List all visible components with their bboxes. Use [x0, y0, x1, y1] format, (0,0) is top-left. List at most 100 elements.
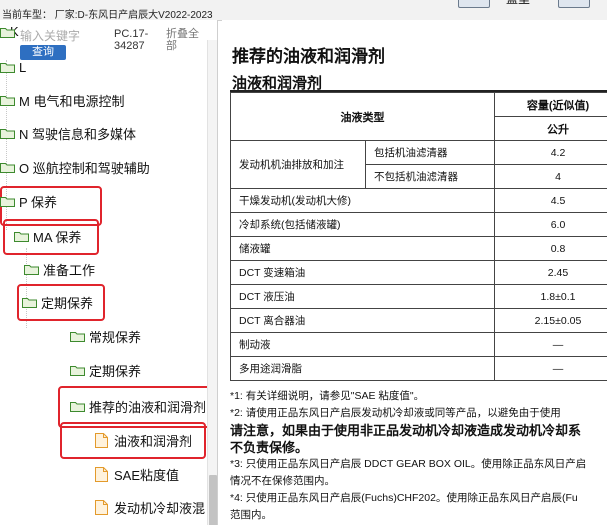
table-row: DCT 离合器油 2.15±0.05	[230, 308, 607, 333]
collapse-all-button[interactable]: 折叠全部	[166, 28, 206, 52]
navigation-tree-panel: K 查询 PC.17-34287 折叠全部 L M 电气和电源控制 N 驾驶信息…	[0, 20, 218, 525]
table-cell: DCT 离合器油	[230, 308, 495, 333]
footnote: *4: 只使用正品东风日产启辰(Fuchs)CHF202。使用除正品东风日产启辰…	[230, 492, 578, 504]
tree-item-p-maintenance[interactable]: P 保养	[0, 187, 57, 215]
table-cell-value: 4.5	[494, 188, 607, 213]
tree-item-label: 发动机冷却液混	[114, 500, 206, 516]
table-cell-value: 2.45	[494, 260, 607, 285]
table-cell: 多用途润滑脂	[230, 356, 495, 381]
search-input[interactable]	[20, 28, 110, 44]
tree-item-label: 准备工作	[43, 262, 96, 278]
toolbar-button-left[interactable]	[458, 0, 490, 8]
table-row: 多用途润滑脂 —	[230, 356, 607, 381]
tree-item-sae-viscosity[interactable]: SAE粘度值	[95, 460, 179, 488]
tree-scrollbar[interactable]	[207, 40, 217, 525]
folder-open-icon	[14, 231, 29, 242]
footnote-warning: 请注意，如果由于使用非正品发动机冷却液造成发动机冷却系	[230, 423, 582, 438]
current-model-label: 当前车型： 厂家:D-东风日产启辰大V2022-2023	[2, 10, 213, 21]
table-cell-value: 2.15±0.05	[494, 308, 607, 333]
table-cell: 储液罐	[230, 236, 495, 261]
table-row: 干燥发动机(发动机大修) 4.5	[230, 188, 607, 213]
fluid-capacity-table: 油液类型 容量(近似值) 公升 发动机机油排放和加注 包括机油滤清器 4.2 不…	[230, 92, 607, 381]
table-cell-value: 4.2	[494, 140, 607, 165]
table-cell: 包括机油滤清器	[365, 140, 495, 165]
tree-item-preparation[interactable]: 准备工作	[24, 255, 95, 283]
table-cell: 冷却系统(包括储液罐)	[230, 212, 495, 237]
top-bar: 当前车型： 厂家:D-东风日产启辰大V2022-2023 篮里	[0, 0, 607, 21]
footnote: *2: 请使用正品东风日产启辰发动机冷却液或同等产品，以避免由于使用	[230, 407, 561, 419]
toolbar: 篮里	[458, 0, 607, 10]
tree-item-label: MA 保养	[33, 229, 82, 245]
table-cell: DCT 变速箱油	[230, 260, 495, 285]
table-row: 储液罐 0.8	[230, 236, 607, 261]
folder-icon	[0, 95, 15, 106]
tree-item-periodic-maintenance[interactable]: 定期保养	[22, 288, 93, 316]
folder-icon	[24, 264, 39, 275]
search-button[interactable]: 查询	[20, 45, 66, 60]
tree-item-label: 油液和润滑剂	[114, 433, 193, 449]
tree-item-label: O 巡航控制和驾驶辅助	[19, 160, 150, 176]
search-area: K 查询 PC.17-34287 折叠全部	[0, 20, 210, 60]
table-cell: DCT 液压油	[230, 284, 495, 309]
table-row: DCT 变速箱油 2.45	[230, 260, 607, 285]
footnote: *1: 有关详细说明，请参见"SAE 粘度值"。	[230, 390, 425, 402]
table-cell: 干燥发动机(发动机大修)	[230, 188, 495, 213]
table-cell: 发动机机油排放和加注	[230, 140, 366, 189]
tree-item-fluids-lubricants[interactable]: 油液和润滑剂	[95, 426, 192, 454]
tree-item-routine-maintenance[interactable]: 常规保养	[70, 322, 141, 350]
tree-item-label: 推荐的油液和润滑剂	[89, 399, 207, 415]
scrollbar-thumb[interactable]	[209, 475, 217, 525]
folder-icon	[0, 196, 15, 207]
table-cell-value: —	[494, 356, 607, 381]
table-cell-value: —	[494, 332, 607, 357]
folder-icon	[70, 331, 85, 342]
table-row: 冷却系统(包括储液罐) 6.0	[230, 212, 607, 237]
tree-item-m[interactable]: M 电气和电源控制	[0, 86, 124, 114]
footnote-warning: 不负责保修。	[230, 440, 309, 455]
folder-open-icon	[22, 297, 37, 308]
footnotes: *1: 有关详细说明，请参见"SAE 粘度值"。 *2: 请使用正品东风日产启辰…	[230, 388, 607, 524]
toolbar-label: 篮里	[506, 0, 530, 7]
document-icon	[95, 466, 108, 482]
column-header-fluid-type: 油液类型	[230, 92, 495, 141]
table-cell-value: 1.8±0.1	[494, 284, 607, 309]
tree-item-label: P 保养	[19, 194, 58, 210]
folder-icon	[0, 128, 15, 139]
folder-icon	[0, 62, 15, 73]
tree-item-label: SAE粘度值	[114, 467, 180, 483]
table-row: 发动机机油排放和加注 包括机油滤清器 4.2	[230, 140, 607, 189]
table-cell-value: 6.0	[494, 212, 607, 237]
tree-item-label: L	[19, 59, 27, 75]
table-row: DCT 液压油 1.8±0.1	[230, 284, 607, 309]
tree-item-recommended-fluids[interactable]: 推荐的油液和润滑剂	[70, 392, 206, 420]
folder-icon	[70, 365, 85, 376]
document-viewer: 推荐的油液和润滑剂 油液和润滑剂 油液类型 容量(近似值) 公升 发动机机油排放…	[222, 20, 607, 525]
column-header-capacity: 容量(近似值)	[494, 92, 607, 117]
footnote: 情况不在保修范围内。	[230, 475, 335, 487]
tree-item-n[interactable]: N 驾驶信息和多媒体	[0, 119, 136, 147]
tree-item-label: M 电气和电源控制	[19, 93, 125, 109]
tree-item-coolant-mix[interactable]: 发动机冷却液混	[95, 493, 205, 521]
table-cell-value: 4	[494, 164, 607, 189]
tree-item-label: N 驾驶信息和多媒体	[19, 126, 137, 142]
table-cell: 不包括机油滤清器	[365, 164, 495, 189]
column-header-unit: 公升	[494, 116, 607, 141]
table-header-row: 油液类型 容量(近似值)	[230, 92, 607, 141]
footnote: 范围内。	[230, 509, 272, 521]
footnote: *3: 只使用正品东风日产启辰 DDCT GEAR BOX OIL。使用除正品东…	[230, 458, 587, 470]
tree-item-o[interactable]: O 巡航控制和驾驶辅助	[0, 153, 150, 181]
document-code: PC.17-34287	[114, 28, 149, 52]
page-title: 推荐的油液和润滑剂	[232, 47, 385, 66]
toolbar-button-right[interactable]	[558, 0, 590, 8]
tree-item-label: 定期保养	[89, 363, 142, 379]
table-cell: 制动液	[230, 332, 495, 357]
tree-item-label: 定期保养	[41, 295, 94, 311]
table-cell-value: 0.8	[494, 236, 607, 261]
tree-item-ma-maintenance[interactable]: MA 保养	[14, 222, 81, 250]
document-icon	[95, 432, 108, 448]
tree-item-l[interactable]: L	[0, 53, 26, 81]
folder-icon	[0, 27, 15, 38]
tree-item-scheduled-maintenance[interactable]: 定期保养	[70, 356, 141, 384]
folder-icon	[0, 162, 15, 173]
folder-open-icon	[70, 401, 85, 412]
